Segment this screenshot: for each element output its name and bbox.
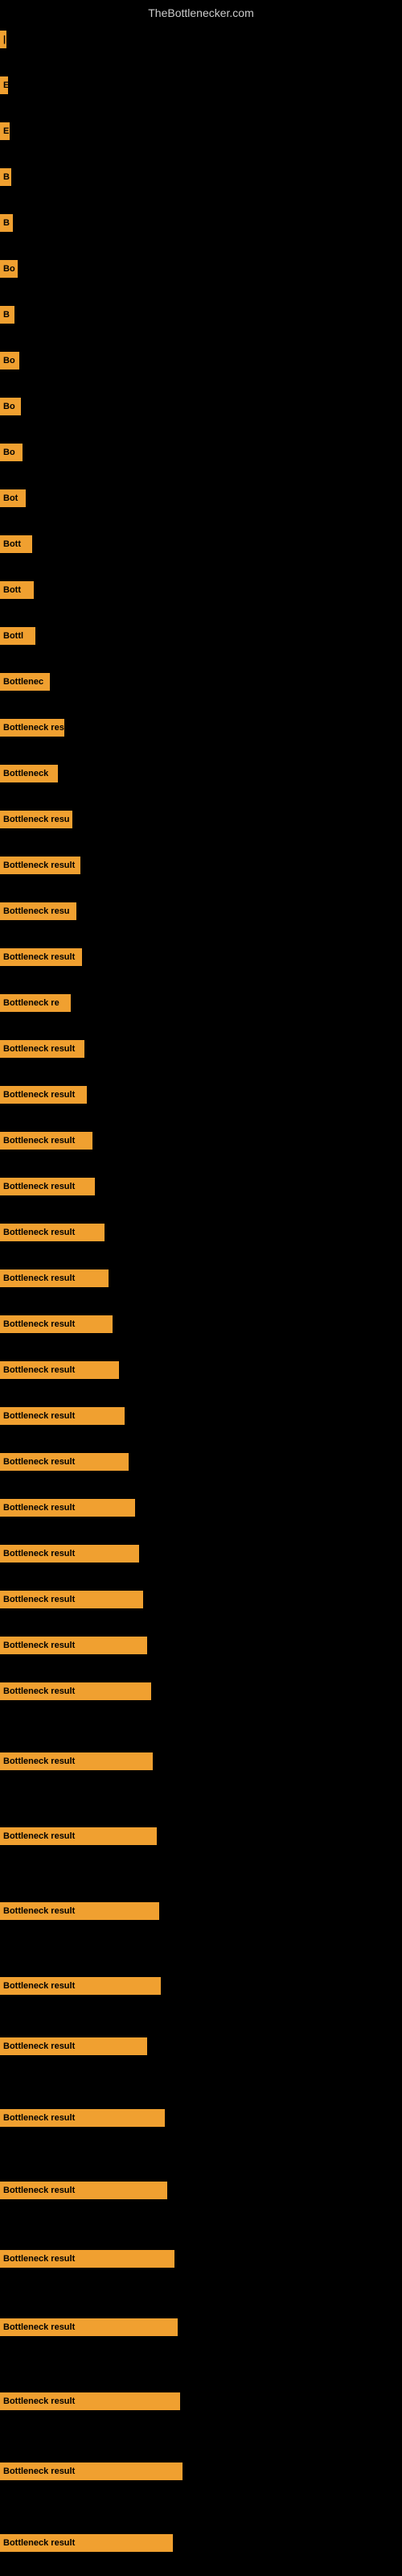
bar-item-35: Bottleneck result (0, 1591, 143, 1608)
bar-item-41: Bottleneck result (0, 1977, 161, 1995)
bar-label-45: Bottleneck result (0, 2250, 174, 2268)
bar-label-11: Bot (0, 489, 26, 507)
bar-item-10: Bo (0, 444, 23, 461)
bar-item-23: Bottleneck result (0, 1040, 84, 1058)
bar-label-21: Bottleneck result (0, 948, 82, 966)
bar-label-46: Bottleneck result (0, 2318, 178, 2336)
bar-item-39: Bottleneck result (0, 1827, 157, 1845)
bar-item-20: Bottleneck resu (0, 902, 76, 920)
bar-item-27: Bottleneck result (0, 1224, 105, 1241)
bar-label-38: Bottleneck result (0, 1752, 153, 1770)
bar-label-5: B (0, 214, 13, 232)
bar-label-14: Bottl (0, 627, 35, 645)
bar-item-21: Bottleneck result (0, 948, 82, 966)
bar-label-47: Bottleneck result (0, 2392, 180, 2410)
bar-label-3: E (0, 122, 10, 140)
bar-item-2: E (0, 76, 8, 94)
bar-item-6: Bo (0, 260, 18, 278)
bar-label-25: Bottleneck result (0, 1132, 92, 1150)
bar-item-3: E (0, 122, 10, 140)
bar-item-45: Bottleneck result (0, 2250, 174, 2268)
bar-item-36: Bottleneck result (0, 1637, 147, 1654)
bar-item-16: Bottleneck res (0, 719, 64, 737)
bar-item-30: Bottleneck result (0, 1361, 119, 1379)
bar-label-36: Bottleneck result (0, 1637, 147, 1654)
bar-label-40: Bottleneck result (0, 1902, 159, 1920)
bar-item-46: Bottleneck result (0, 2318, 178, 2336)
bar-label-24: Bottleneck result (0, 1086, 87, 1104)
bar-item-31: Bottleneck result (0, 1407, 125, 1425)
bar-item-1: | (0, 31, 6, 48)
bar-item-38: Bottleneck result (0, 1752, 153, 1770)
bar-item-19: Bottleneck result (0, 857, 80, 874)
bar-label-30: Bottleneck result (0, 1361, 119, 1379)
bar-item-32: Bottleneck result (0, 1453, 129, 1471)
bar-item-33: Bottleneck result (0, 1499, 135, 1517)
bar-label-26: Bottleneck result (0, 1178, 95, 1195)
bar-label-44: Bottleneck result (0, 2182, 167, 2199)
bar-label-32: Bottleneck result (0, 1453, 129, 1471)
bar-label-15: Bottlenec (0, 673, 50, 691)
bar-item-12: Bott (0, 535, 32, 553)
bar-label-16: Bottleneck res (0, 719, 64, 737)
bar-label-28: Bottleneck result (0, 1269, 109, 1287)
bar-item-47: Bottleneck result (0, 2392, 180, 2410)
bar-label-4: B (0, 168, 11, 186)
bar-item-34: Bottleneck result (0, 1545, 139, 1563)
bar-item-13: Bott (0, 581, 34, 599)
bar-label-39: Bottleneck result (0, 1827, 157, 1845)
bar-label-7: B (0, 306, 14, 324)
bar-label-34: Bottleneck result (0, 1545, 139, 1563)
bar-label-27: Bottleneck result (0, 1224, 105, 1241)
bar-item-26: Bottleneck result (0, 1178, 95, 1195)
bar-label-17: Bottleneck (0, 765, 58, 782)
bar-item-18: Bottleneck resu (0, 811, 72, 828)
bar-label-19: Bottleneck result (0, 857, 80, 874)
bar-item-25: Bottleneck result (0, 1132, 92, 1150)
bar-label-20: Bottleneck resu (0, 902, 76, 920)
bar-label-48: Bottleneck result (0, 2462, 183, 2480)
bar-item-7: B (0, 306, 14, 324)
bar-label-6: Bo (0, 260, 18, 278)
bar-label-1: | (0, 31, 6, 48)
bar-label-18: Bottleneck resu (0, 811, 72, 828)
bar-label-43: Bottleneck result (0, 2109, 165, 2127)
bar-item-15: Bottlenec (0, 673, 50, 691)
bar-label-29: Bottleneck result (0, 1315, 113, 1333)
bar-item-29: Bottleneck result (0, 1315, 113, 1333)
site-title: TheBottlenecker.com (148, 6, 254, 19)
bar-label-8: Bo (0, 352, 19, 369)
bar-label-33: Bottleneck result (0, 1499, 135, 1517)
bar-item-9: Bo (0, 398, 21, 415)
bar-label-2: E (0, 76, 8, 94)
bar-item-24: Bottleneck result (0, 1086, 87, 1104)
bar-item-48: Bottleneck result (0, 2462, 183, 2480)
bar-item-42: Bottleneck result (0, 2037, 147, 2055)
bar-label-42: Bottleneck result (0, 2037, 147, 2055)
bar-item-43: Bottleneck result (0, 2109, 165, 2127)
bar-item-49: Bottleneck result (0, 2534, 173, 2552)
bar-label-23: Bottleneck result (0, 1040, 84, 1058)
bar-item-37: Bottleneck result (0, 1682, 151, 1700)
bar-item-40: Bottleneck result (0, 1902, 159, 1920)
bar-label-37: Bottleneck result (0, 1682, 151, 1700)
bar-label-41: Bottleneck result (0, 1977, 161, 1995)
bar-label-9: Bo (0, 398, 21, 415)
bar-item-17: Bottleneck (0, 765, 58, 782)
bar-item-44: Bottleneck result (0, 2182, 167, 2199)
bar-label-10: Bo (0, 444, 23, 461)
bar-label-22: Bottleneck re (0, 994, 71, 1012)
bar-label-12: Bott (0, 535, 32, 553)
bar-item-5: B (0, 214, 13, 232)
bar-label-35: Bottleneck result (0, 1591, 143, 1608)
bar-label-31: Bottleneck result (0, 1407, 125, 1425)
bar-item-11: Bot (0, 489, 26, 507)
bar-item-28: Bottleneck result (0, 1269, 109, 1287)
bar-item-22: Bottleneck re (0, 994, 71, 1012)
bar-label-13: Bott (0, 581, 34, 599)
bar-item-14: Bottl (0, 627, 35, 645)
bar-item-4: B (0, 168, 11, 186)
bar-label-49: Bottleneck result (0, 2534, 173, 2552)
bar-item-8: Bo (0, 352, 19, 369)
